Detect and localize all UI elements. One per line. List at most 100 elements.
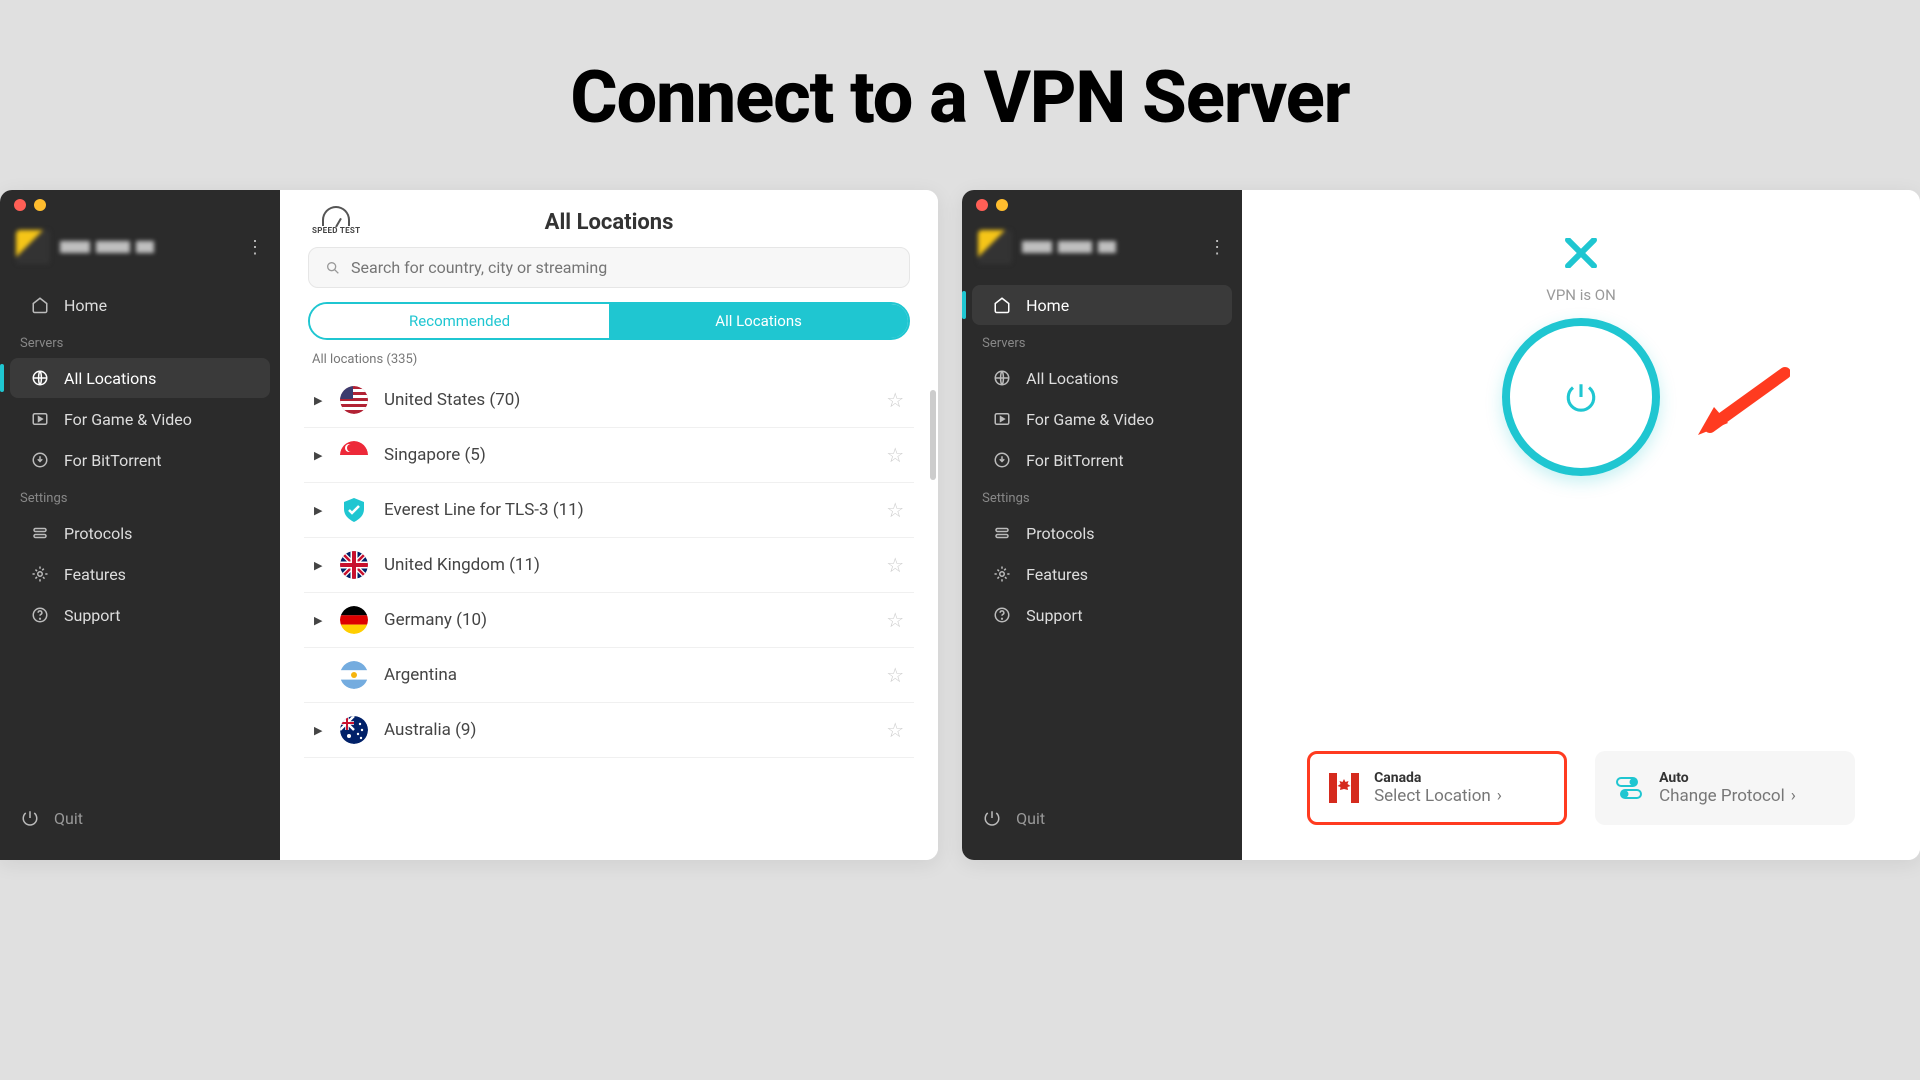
location-tabs: Recommended All Locations [308,302,910,340]
protocol-toggle-icon [1613,772,1645,804]
location-row[interactable]: ▶Australia (9)☆ [304,703,914,758]
main-panel-connect: VPN is ON Canada Select Location › [1242,190,1920,860]
connect-button[interactable] [1502,318,1660,476]
sidebar-item-home[interactable]: Home [10,285,270,325]
sidebar-item-label: All Locations [64,369,156,388]
location-card-title: Canada [1374,770,1546,786]
sidebar-item-label: Support [64,606,120,625]
chevron-right-icon: › [1791,786,1796,806]
home-icon [30,295,50,315]
location-row[interactable]: ▶ Everest Line for TLS-3 (11) ☆ [304,483,914,538]
change-protocol-card[interactable]: Auto Change Protocol › [1595,751,1855,825]
sidebar-item-features[interactable]: Features [10,554,270,594]
sidebar-item-label: For BitTorrent [1026,451,1123,470]
main-panel-locations: SPEED TEST All Locations Recommended All… [280,190,938,860]
sidebar-item-protocols[interactable]: Protocols [10,513,270,553]
window-connect: ⋮ Home Servers All Locations For Game & … [962,190,1920,860]
protocol-card-sub: Change Protocol [1659,786,1785,806]
sidebar-item-home[interactable]: Home [972,285,1232,325]
sidebar-item-all-locations[interactable]: All Locations [972,358,1232,398]
quit-button[interactable]: Quit [962,798,1242,838]
gear-icon [30,564,50,584]
favorite-icon[interactable]: ☆ [886,498,904,522]
favorite-icon[interactable]: ☆ [886,718,904,742]
sidebar-item-support[interactable]: Support [972,595,1232,635]
settings-section-label: Settings [0,481,280,512]
window-controls [962,190,1242,220]
search-input[interactable] [351,258,893,277]
location-name: Everest Line for TLS-3 (11) [384,500,870,520]
location-name: Germany (10) [384,610,870,630]
sidebar: ⋮ Home Servers All Locations For Game & … [0,190,280,860]
sidebar-item-label: Features [64,565,126,584]
close-icon[interactable] [976,199,988,211]
arrow-annotation-icon [1690,365,1790,445]
location-row[interactable]: ▶Singapore (5)☆ [304,428,914,483]
chevron-right-icon: › [1497,786,1502,806]
tab-recommended[interactable]: Recommended [310,304,609,338]
sidebar-item-label: Protocols [1026,524,1094,543]
sidebar-item-support[interactable]: Support [10,595,270,635]
location-list[interactable]: ▶United States (70)☆▶Singapore (5)☆▶Ever… [280,373,938,860]
select-location-card[interactable]: Canada Select Location › [1307,751,1567,825]
sidebar-item-protocols[interactable]: Protocols [972,513,1232,553]
brand-row: ⋮ [0,220,280,278]
location-name: United States (70) [384,390,870,410]
location-name: Australia (9) [384,720,870,740]
location-row[interactable]: ▶United States (70)☆ [304,373,914,428]
favorite-icon[interactable]: ☆ [886,663,904,687]
sidebar-item-label: All Locations [1026,369,1118,388]
protocol-icon [992,523,1012,543]
scrollbar[interactable] [930,390,936,480]
search-box[interactable] [308,247,910,288]
app-x-logo [1564,238,1598,268]
help-icon [992,605,1012,625]
download-icon [992,450,1012,470]
power-icon [20,808,40,828]
quit-label: Quit [54,809,83,828]
minimize-icon[interactable] [996,199,1008,211]
flag-icon [340,496,368,524]
speed-test-button[interactable]: SPEED TEST [312,206,360,235]
play-icon [992,409,1012,429]
sidebar-item-label: For Game & Video [1026,410,1154,429]
app-name [1022,241,1198,253]
canada-flag-icon [1328,772,1360,804]
sidebar-item-features[interactable]: Features [972,554,1232,594]
expand-icon: ▶ [314,504,324,517]
more-icon[interactable]: ⋮ [246,237,264,258]
flag-icon [340,386,368,414]
help-icon [30,605,50,625]
sidebar-item-label: For BitTorrent [64,451,161,470]
quit-button[interactable]: Quit [0,798,280,838]
locations-title: All Locations [308,210,910,235]
sidebar-item-bittorrent[interactable]: For BitTorrent [972,440,1232,480]
sidebar-item-label: Protocols [64,524,132,543]
sidebar-item-game-video[interactable]: For Game & Video [10,399,270,439]
sidebar-item-bittorrent[interactable]: For BitTorrent [10,440,270,480]
location-row[interactable]: Argentina ☆ [304,648,914,703]
settings-section-label: Settings [962,481,1242,512]
sidebar-item-all-locations[interactable]: All Locations [10,358,270,398]
app-name [60,241,236,253]
vpn-status: VPN is ON [1546,286,1616,304]
flag-icon [340,551,368,579]
globe-icon [992,368,1012,388]
location-name: Argentina [384,665,870,685]
favorite-icon[interactable]: ☆ [886,553,904,577]
minimize-icon[interactable] [34,199,46,211]
window-controls [0,190,280,220]
tab-all-locations[interactable]: All Locations [609,304,908,338]
close-icon[interactable] [14,199,26,211]
location-row[interactable]: ▶Germany (10)☆ [304,593,914,648]
location-row[interactable]: ▶United Kingdom (11)☆ [304,538,914,593]
brand-row: ⋮ [962,220,1242,278]
flag-icon [340,606,368,634]
favorite-icon[interactable]: ☆ [886,443,904,467]
more-icon[interactable]: ⋮ [1208,237,1226,258]
favorite-icon[interactable]: ☆ [886,388,904,412]
sidebar-item-game-video[interactable]: For Game & Video [972,399,1232,439]
app-logo [16,230,50,264]
expand-icon: ▶ [314,449,324,462]
favorite-icon[interactable]: ☆ [886,608,904,632]
